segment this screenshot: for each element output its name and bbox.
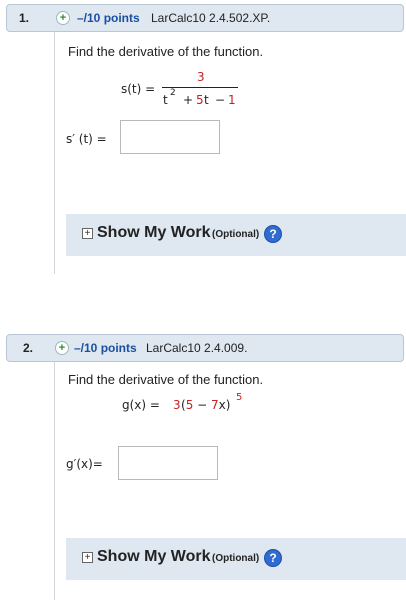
points-link[interactable]: –/10 points: [74, 341, 137, 355]
function-exponent: 5: [236, 392, 243, 403]
help-icon[interactable]: ?: [264, 549, 282, 567]
numerator: 3: [197, 70, 205, 84]
optional-label: (Optional): [212, 553, 260, 564]
denominator-t2: t: [204, 93, 209, 107]
function-parenthetical: (5 − 7x): [181, 398, 231, 412]
optional-label: (Optional): [212, 229, 260, 240]
paren-seven: 7: [211, 398, 219, 412]
question-source: LarCalc10 2.4.009.: [146, 341, 248, 355]
denominator-exponent: 2: [170, 88, 176, 98]
show-my-work-label[interactable]: Show My Work: [97, 548, 211, 566]
denominator-minus: −: [215, 93, 226, 107]
question-prompt: Find the derivative of the function.: [68, 44, 264, 59]
paren-five: 5: [185, 398, 194, 412]
denominator-5t-coef: 5: [196, 93, 204, 107]
answer-label: g′(x)=: [66, 457, 103, 471]
help-icon[interactable]: ?: [264, 225, 282, 243]
function-coefficient: 3: [173, 398, 181, 412]
show-my-work-panel[interactable]: + Show My Work (Optional) ?: [66, 214, 406, 256]
answer-input[interactable]: [118, 446, 218, 480]
question-number: 1.: [19, 11, 30, 25]
plus-square-icon[interactable]: +: [82, 228, 93, 239]
question-source: LarCalc10 2.4.502.XP.: [151, 11, 271, 25]
denominator-one: 1: [228, 93, 236, 107]
question-number: 2.: [23, 341, 34, 355]
answer-label: s′ (t) =: [66, 132, 107, 146]
question-prompt: Find the derivative of the function.: [68, 372, 264, 387]
expand-plus-icon[interactable]: +: [56, 11, 70, 25]
denominator-t: t: [163, 93, 168, 107]
denominator-plus: +: [183, 93, 194, 107]
question-1-header: 1. + –/10 points LarCalc10 2.4.502.XP.: [6, 4, 404, 32]
show-my-work-panel[interactable]: + Show My Work (Optional) ?: [66, 538, 406, 580]
function-lhs: s(t) =: [121, 82, 156, 96]
question-2-header: 2. + –/10 points LarCalc10 2.4.009.: [6, 334, 404, 362]
show-my-work-label[interactable]: Show My Work: [97, 224, 211, 242]
plus-square-icon[interactable]: +: [82, 552, 93, 563]
answer-input[interactable]: [120, 120, 220, 154]
expand-plus-icon[interactable]: +: [55, 341, 69, 355]
points-link[interactable]: –/10 points: [77, 11, 140, 25]
function-lhs: g(x) =: [122, 398, 160, 412]
